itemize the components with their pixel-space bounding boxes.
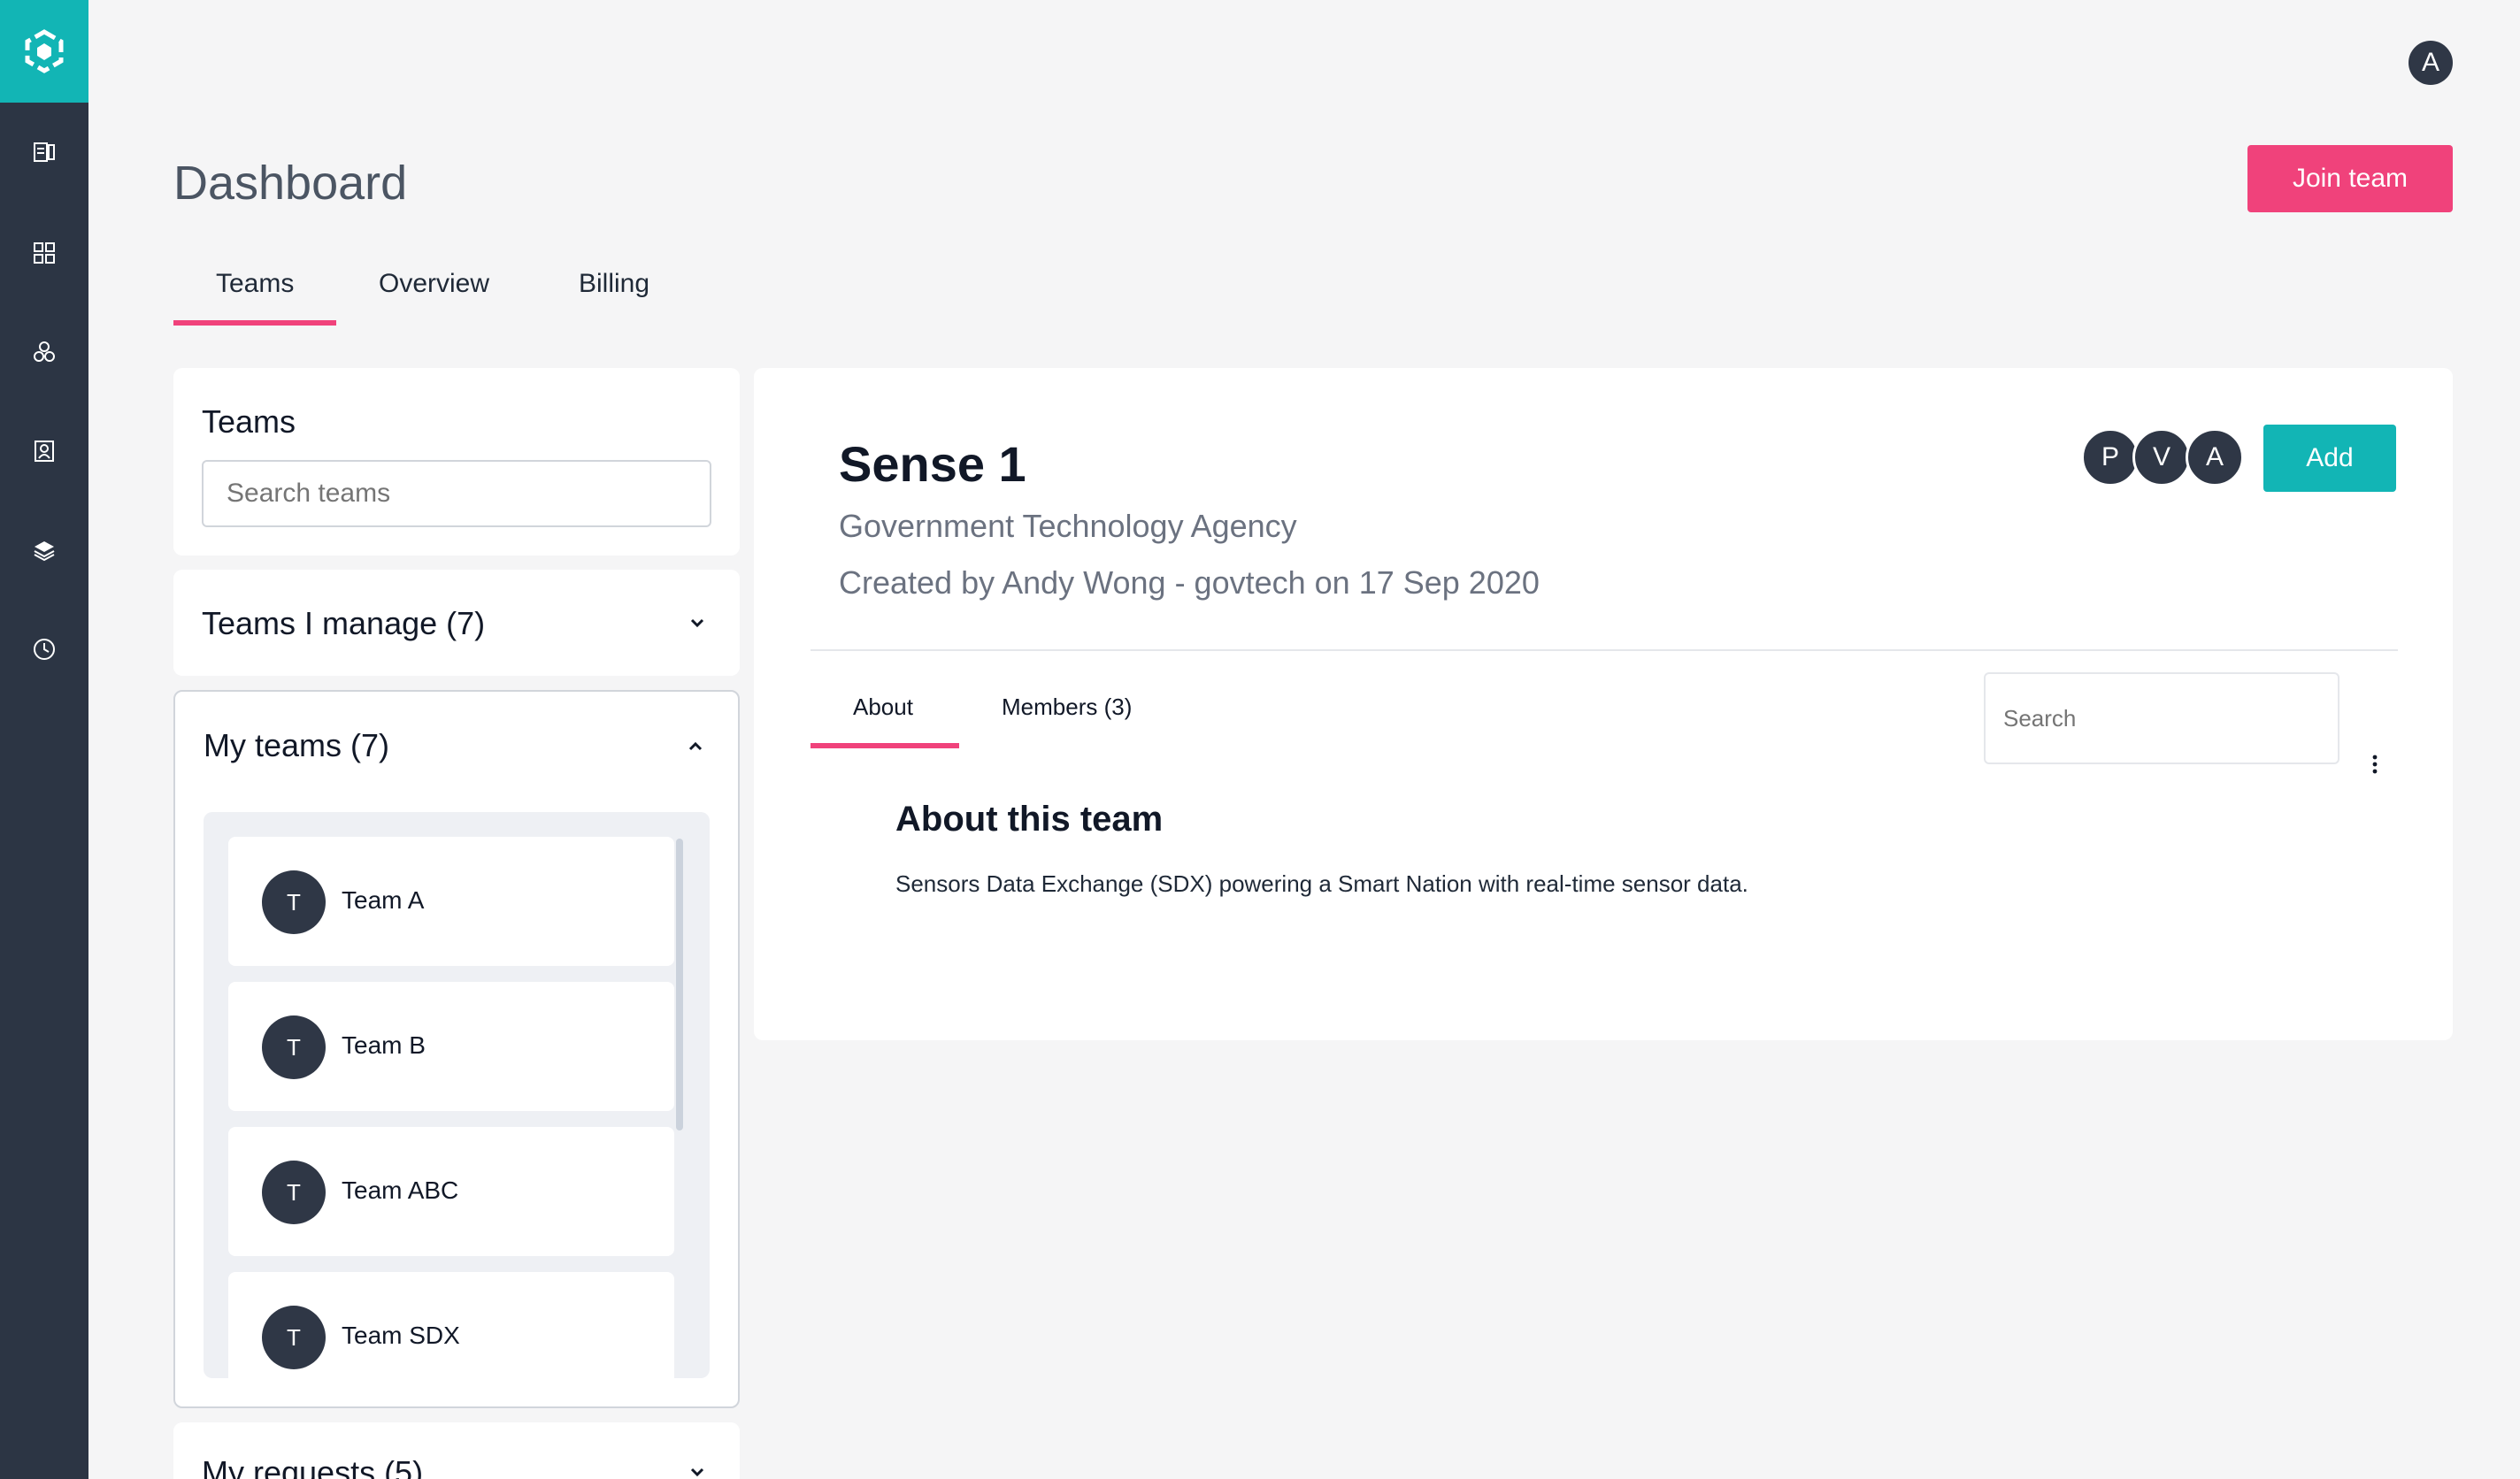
documents-icon[interactable] <box>27 134 62 170</box>
member-avatar[interactable]: A <box>2186 428 2244 487</box>
list-item-team-abc[interactable]: T Team ABC <box>228 1127 674 1256</box>
tab-about[interactable]: About <box>853 694 913 721</box>
divider <box>811 649 2398 651</box>
my-teams-title: My teams (7) <box>204 727 390 763</box>
chevron-down-icon[interactable] <box>687 1461 708 1479</box>
chevron-down-icon[interactable] <box>687 612 708 633</box>
my-teams-list[interactable]: T Team A T Team B T Team ABC T Team SDX <box>204 812 710 1378</box>
team-avatar: T <box>262 870 326 934</box>
apps-grid-icon[interactable] <box>27 235 62 271</box>
more-options-icon[interactable] <box>2368 754 2382 775</box>
search-input[interactable] <box>1984 672 2339 764</box>
about-title: About this team <box>895 800 1164 839</box>
clock-icon[interactable] <box>27 632 62 667</box>
search-teams-input[interactable] <box>202 460 711 527</box>
list-item-team-b[interactable]: T Team B <box>228 982 674 1111</box>
member-avatar[interactable]: V <box>2132 428 2191 487</box>
list-scrollbar[interactable] <box>676 839 683 1130</box>
logo-icon <box>25 29 64 73</box>
about-description: Sensors Data Exchange (SDX) powering a S… <box>895 870 1748 897</box>
team-avatar: T <box>262 1306 326 1369</box>
active-tab-indicator <box>173 320 336 326</box>
active-inner-tab-indicator <box>811 743 959 748</box>
team-title: Sense 1 <box>839 436 1026 492</box>
teams-i-manage-title: Teams I manage (7) <box>202 605 486 641</box>
team-organisation: Government Technology Agency <box>839 508 1297 544</box>
team-name: Team ABC <box>342 1176 459 1204</box>
list-item-team-a[interactable]: T Team A <box>228 837 674 966</box>
tab-teams[interactable]: Teams <box>216 269 294 299</box>
contacts-icon[interactable] <box>27 433 62 469</box>
team-name: Team B <box>342 1031 426 1059</box>
app-logo[interactable] <box>0 0 88 103</box>
tab-overview[interactable]: Overview <box>379 269 489 299</box>
team-name: Team A <box>342 886 425 914</box>
list-item-team-sdx[interactable]: T Team SDX <box>228 1272 674 1378</box>
team-name: Team SDX <box>342 1322 460 1349</box>
member-avatar[interactable]: P <box>2081 428 2140 487</box>
layers-icon[interactable] <box>27 533 62 568</box>
teams-icon[interactable] <box>27 334 62 370</box>
add-member-button[interactable]: Add <box>2263 425 2396 492</box>
tab-members[interactable]: Members (3) <box>1002 694 1132 721</box>
tab-billing[interactable]: Billing <box>579 269 649 299</box>
team-avatar: T <box>262 1015 326 1079</box>
team-created-info: Created by Andy Wong - govtech on 17 Sep… <box>839 564 1540 601</box>
teams-card-title: Teams <box>202 403 296 440</box>
user-avatar[interactable]: A <box>2409 41 2453 85</box>
team-avatar: T <box>262 1161 326 1224</box>
sidebar <box>0 0 88 1479</box>
page-title: Dashboard <box>173 157 408 210</box>
join-team-button[interactable]: Join team <box>2247 145 2453 212</box>
my-requests-title: My requests (5) <box>202 1454 424 1479</box>
chevron-up-icon[interactable] <box>685 736 706 757</box>
